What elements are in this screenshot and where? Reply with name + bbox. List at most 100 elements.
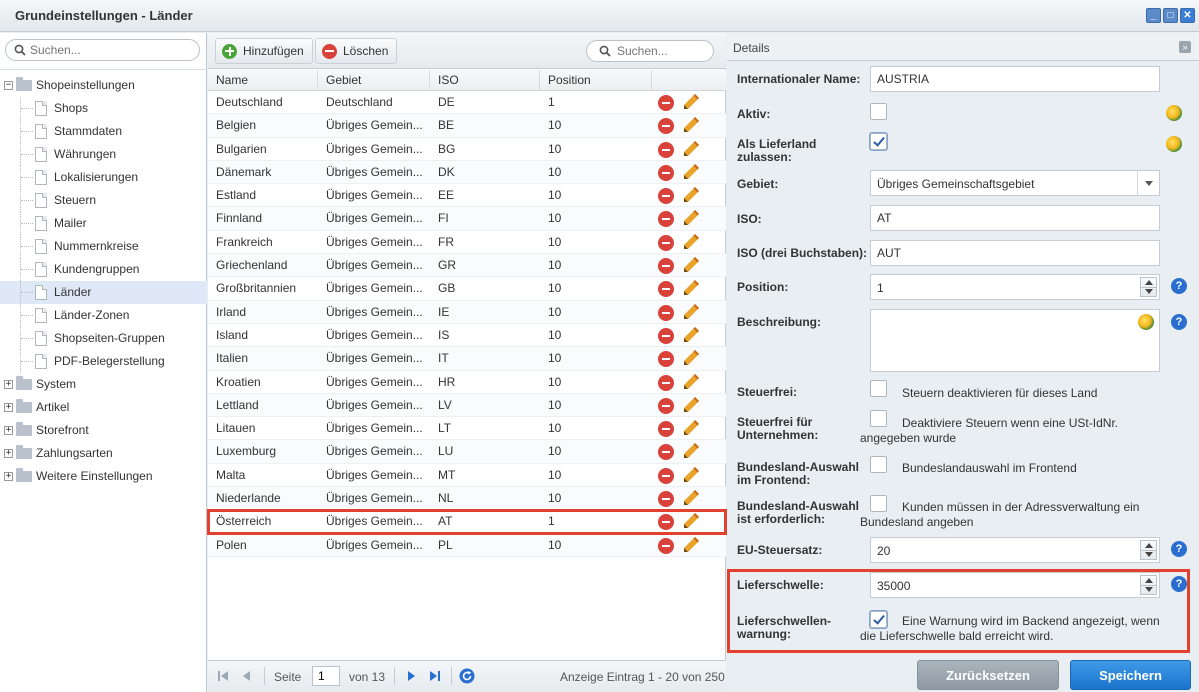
first-page-icon[interactable] [216,669,230,683]
table-row[interactable]: Litauen Übriges Gemein... LT 10 [208,417,726,441]
tree-item[interactable]: Mailer [0,212,207,235]
delete-row-icon[interactable] [658,327,674,344]
tree-item[interactable]: Länder-Zonen [0,304,207,327]
delete-row-icon[interactable] [658,118,674,135]
refresh-icon[interactable] [459,668,475,684]
tree-item[interactable]: + Zahlungsarten [0,442,207,465]
pencil-edit-icon[interactable] [682,536,700,554]
table-row[interactable]: Estland Übriges Gemein... EE 10 [208,184,726,208]
tree-item[interactable]: Shops [0,97,207,120]
table-row[interactable]: Kroatien Übriges Gemein... HR 10 [208,371,726,394]
table-row[interactable]: Österreich Übriges Gemein... AT 1 [207,509,727,535]
delete-row-icon[interactable] [658,514,674,531]
delete-row-icon[interactable] [658,421,674,438]
table-row[interactable]: Großbritannien Übriges Gemein... GB 10 [208,277,726,301]
tree-item[interactable]: Kundengruppen [0,258,207,281]
pencil-edit-icon[interactable] [682,489,700,507]
pencil-edit-icon[interactable] [682,116,700,134]
table-row[interactable]: Luxemburg Übriges Gemein... LU 10 [208,440,726,464]
pencil-edit-icon[interactable] [682,419,700,437]
delete-row-icon[interactable] [658,467,674,484]
pencil-edit-icon[interactable] [682,233,700,251]
help-icon[interactable]: ? [1171,314,1187,330]
tree-item[interactable]: + Weitere Einstellungen [0,465,207,488]
next-page-icon[interactable] [404,669,418,683]
pencil-edit-icon[interactable] [682,256,700,274]
delete-row-icon[interactable] [658,164,674,181]
pencil-edit-icon[interactable] [682,349,700,367]
last-page-icon[interactable] [428,669,442,683]
table-row[interactable]: Irland Übriges Gemein... IE 10 [208,300,726,324]
tree-item[interactable]: + Storefront [0,419,207,442]
table-row[interactable]: Deutschland Deutschland DE 1 [208,91,726,115]
collapse-icon[interactable]: » [1179,41,1191,53]
table-row[interactable]: Dänemark Übriges Gemein... DK 10 [208,160,726,185]
table-row[interactable]: Niederlande Übriges Gemein... NL 10 [208,487,726,511]
spinner-arrows[interactable] [1140,575,1157,595]
iso3-input[interactable] [870,240,1160,266]
expand-toggle-icon[interactable]: + [4,380,13,389]
region-select[interactable]: Übriges Gemeinschaftsgebiet [870,170,1160,196]
table-row[interactable]: Lettland Übriges Gemein... LV 10 [208,393,726,418]
column-header-position[interactable]: Position [540,70,652,91]
table-row[interactable]: Bulgarien Übriges Gemein... BG 10 [208,138,726,161]
eu-tax-stepper[interactable]: 20 [870,537,1160,563]
delete-button[interactable]: Löschen [315,38,398,64]
maximize-icon[interactable]: □ [1163,8,1178,23]
tree-item[interactable]: Shopseiten-Gruppen [0,327,207,350]
prev-page-icon[interactable] [240,669,254,683]
table-row[interactable]: Polen Übriges Gemein... PL 10 [208,533,726,557]
delivery-country-checkbox[interactable] [870,133,887,150]
pencil-edit-icon[interactable] [682,140,700,158]
table-row[interactable]: Belgien Übriges Gemein... BE 10 [208,114,726,138]
delete-row-icon[interactable] [658,258,674,275]
delete-row-icon[interactable] [658,211,674,228]
minimize-icon[interactable]: _ [1146,8,1161,23]
grid-search-input[interactable] [617,43,707,59]
table-row[interactable]: Italien Übriges Gemein... IT 10 [208,347,726,371]
delete-row-icon[interactable] [658,397,674,414]
save-button[interactable]: Speichern [1070,660,1191,690]
delete-row-icon[interactable] [658,374,674,391]
pencil-edit-icon[interactable] [682,163,700,181]
reset-button[interactable]: Zurücksetzen [917,660,1059,690]
table-row[interactable]: Griechenland Übriges Gemein... GR 10 [208,254,726,278]
pencil-edit-icon[interactable] [682,396,700,414]
iso-input[interactable] [870,205,1160,231]
help-icon[interactable]: ? [1171,541,1187,557]
help-icon[interactable]: ? [1171,576,1187,592]
tree-item[interactable]: − Shopeinstellungen [0,74,207,97]
expand-toggle-icon[interactable]: + [4,472,13,481]
pencil-edit-icon[interactable] [682,93,700,111]
tree-item[interactable]: + System [0,373,207,396]
intl-name-input[interactable] [870,66,1160,92]
table-row[interactable]: Frankreich Übriges Gemein... FR 10 [208,231,726,255]
chevron-down-icon[interactable] [1137,171,1159,195]
delete-row-icon[interactable] [658,188,674,205]
table-row[interactable]: Finnland Übriges Gemein... FI 10 [208,207,726,231]
pencil-edit-icon[interactable] [682,303,700,321]
tree-item[interactable]: Währungen [0,143,207,166]
pencil-edit-icon[interactable] [682,373,700,391]
expand-toggle-icon[interactable]: + [4,426,13,435]
delete-row-icon[interactable] [658,351,674,368]
delete-row-icon[interactable] [658,304,674,321]
delete-row-icon[interactable] [658,95,674,111]
add-button[interactable]: Hinzufügen [215,38,313,64]
grid-search-box[interactable] [586,40,714,62]
tree-item[interactable]: Lokalisierungen [0,166,207,189]
table-row[interactable]: Island Übriges Gemein... IS 10 [208,324,726,348]
pencil-edit-icon[interactable] [682,512,700,530]
tree-item[interactable]: Länder [0,281,207,304]
tree-item[interactable]: Steuern [0,189,207,212]
globe-icon[interactable] [1166,105,1182,121]
delete-row-icon[interactable] [658,537,674,554]
help-icon[interactable]: ? [1171,278,1187,294]
globe-icon[interactable] [1166,136,1182,152]
pencil-edit-icon[interactable] [682,466,700,484]
tree-item[interactable]: + Artikel [0,396,207,419]
delete-row-icon[interactable] [658,444,674,461]
pencil-edit-icon[interactable] [682,279,700,297]
tree-item[interactable]: PDF-Belegerstellung [0,350,207,373]
table-row[interactable]: Malta Übriges Gemein... MT 10 [208,464,726,488]
